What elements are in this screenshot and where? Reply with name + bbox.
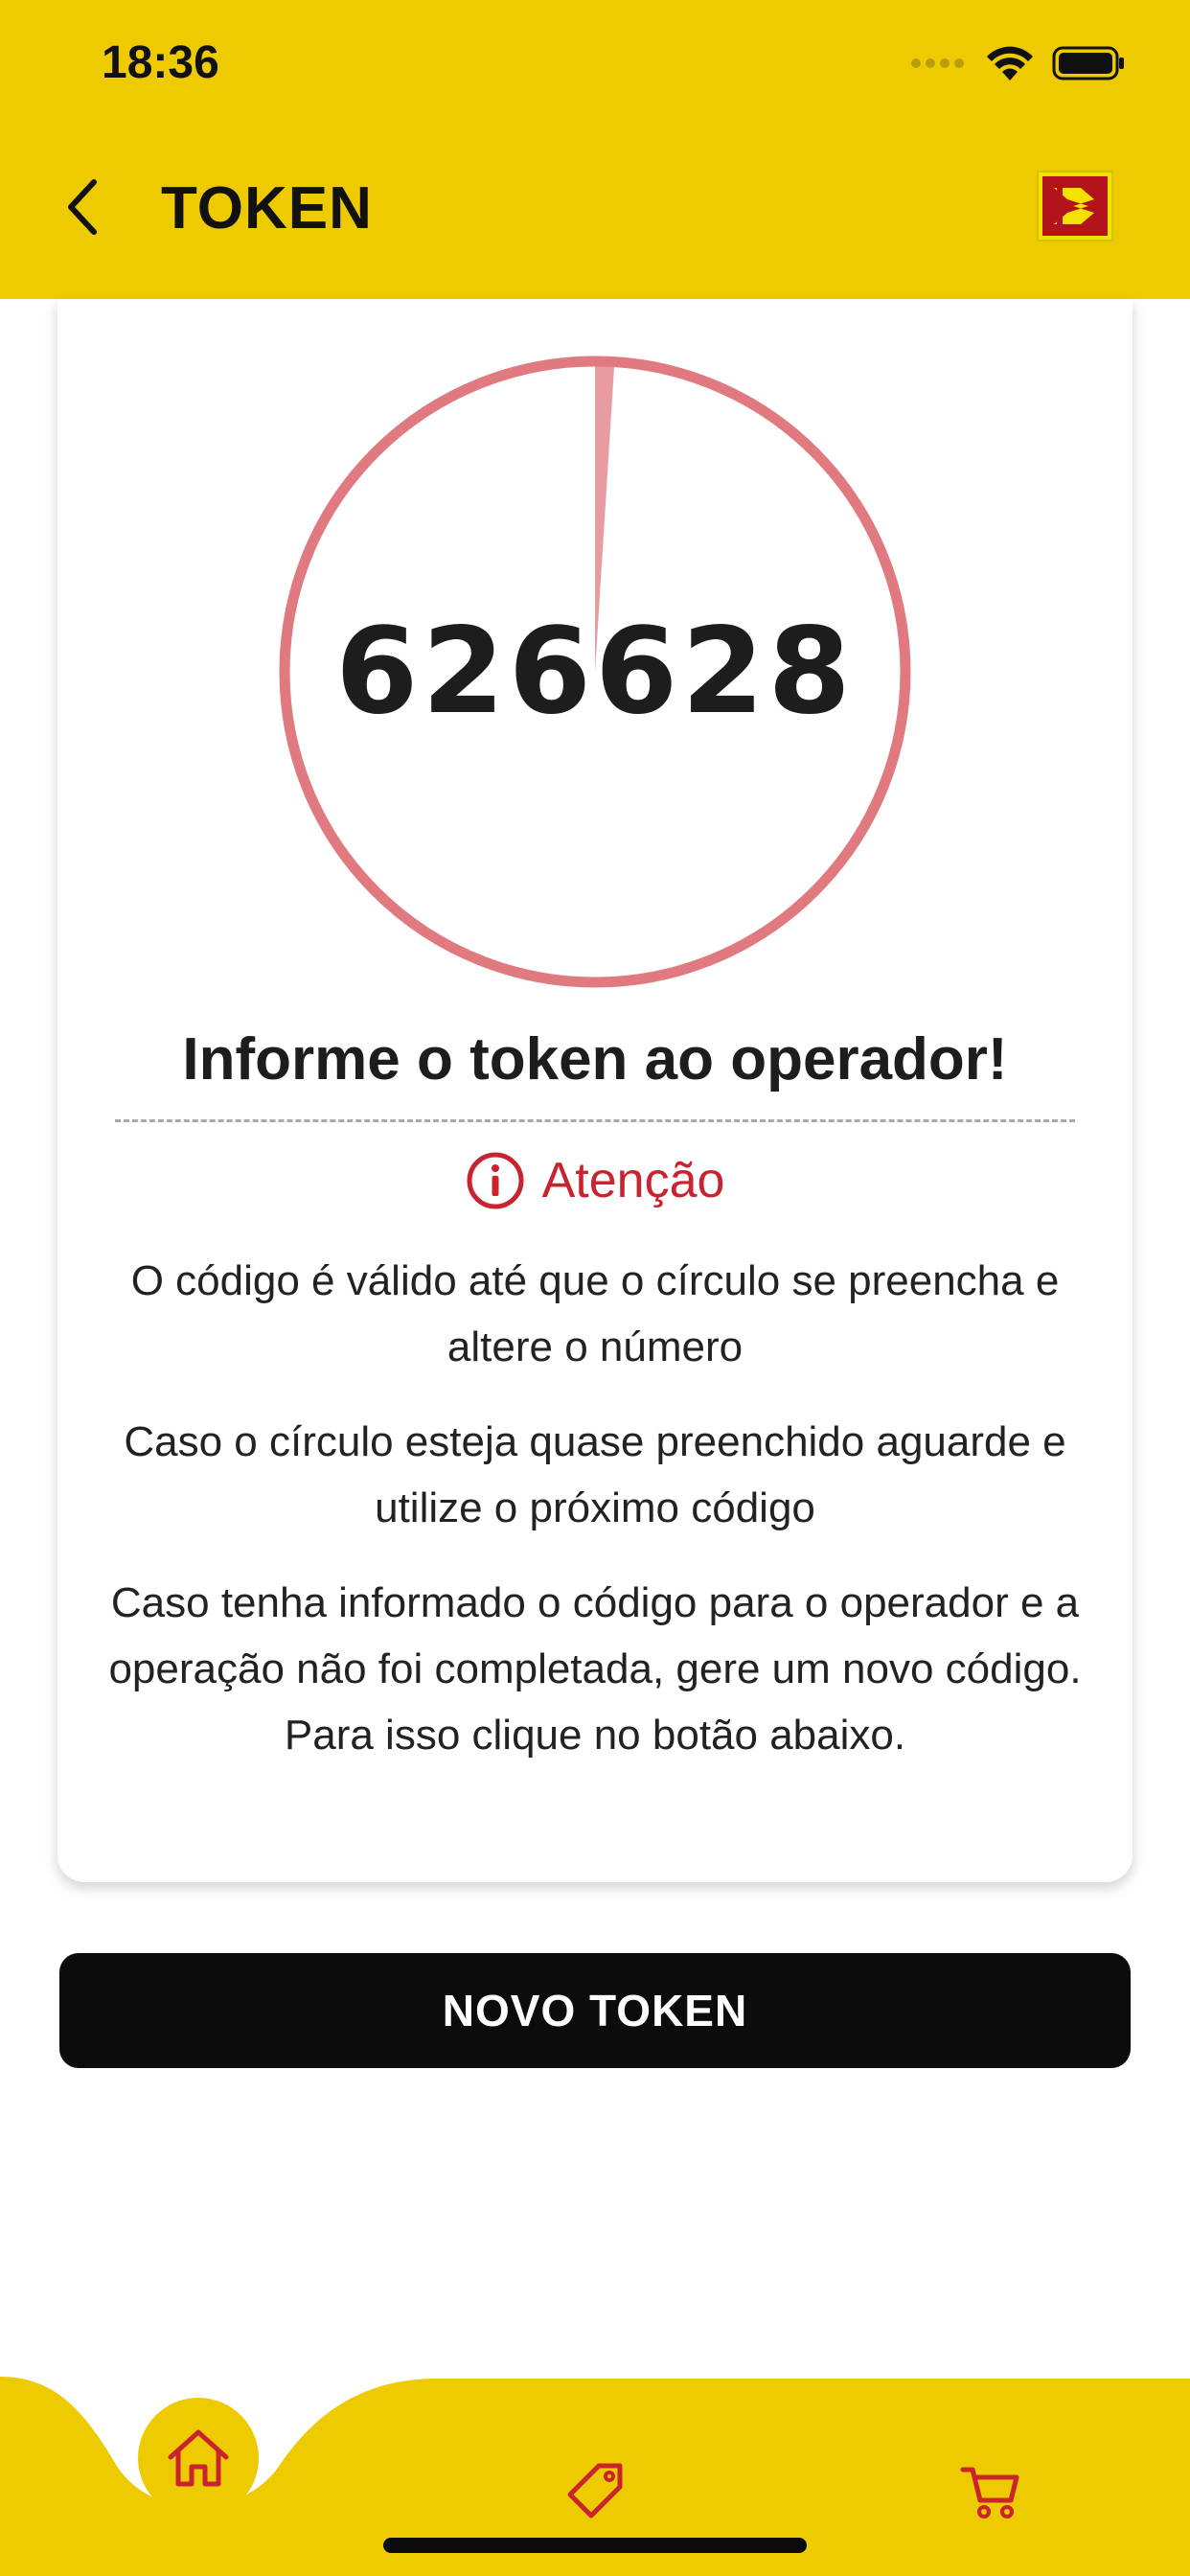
chevron-left-icon (68, 179, 97, 235)
token-card: 626628 Informe o token ao operador! Aten… (57, 299, 1133, 1882)
info-icon (467, 1152, 524, 1209)
brand-logo (1037, 171, 1113, 242)
tab-home[interactable] (138, 2398, 259, 2518)
note-regenerate: Caso tenha informado o código para o ope… (108, 1579, 1082, 1759)
app-header: 18:36 TOKEN (0, 0, 1190, 299)
battery-icon (1052, 44, 1127, 87)
wifi-icon (985, 44, 1035, 87)
token-screen: 18:36 TOKEN 626628 Informe o token ao op… (0, 0, 1190, 2576)
home-icon (168, 2429, 229, 2487)
home-indicator (383, 2538, 807, 2553)
instruction-title: Informe o token ao operador! (182, 1026, 1008, 1092)
signal-icon (910, 57, 968, 75)
notes: O código é válido até que o círculo se p… (96, 1248, 1094, 1797)
status-icons (910, 42, 1127, 88)
back-button[interactable] (54, 169, 111, 245)
cart-icon (960, 2467, 1019, 2518)
token-code: 626628 (335, 603, 855, 741)
tag-icon (567, 2463, 623, 2518)
status-time: 18:36 (102, 37, 219, 88)
tab-offers[interactable] (556, 2453, 632, 2530)
new-token-button[interactable]: NOVO TOKEN (59, 1953, 1131, 2068)
attention-label: Atenção (541, 1153, 725, 1208)
note-validity: O código é válido até que o círculo se p… (130, 1257, 1060, 1370)
page-title: TOKEN (161, 175, 373, 242)
note-wait: Caso o círculo esteja quase preenchido a… (124, 1418, 1066, 1531)
attention-notice: Atenção (57, 1142, 1133, 1219)
tab-cart[interactable] (952, 2453, 1029, 2530)
divider (115, 1119, 1075, 1122)
